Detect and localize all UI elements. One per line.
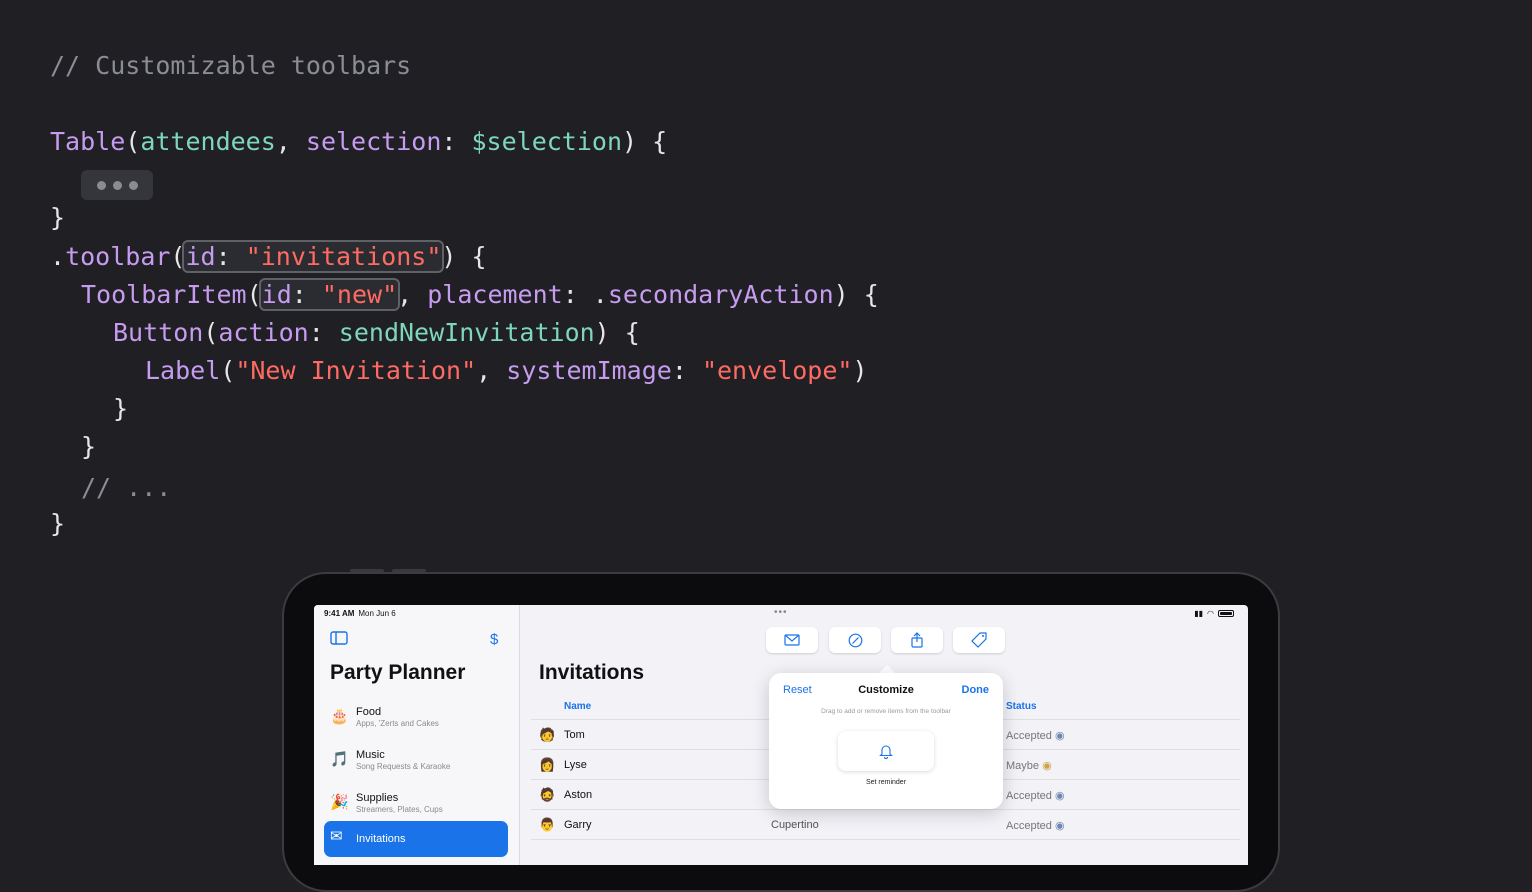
avatar: 👨 <box>539 817 556 832</box>
envelope-icon: ✉ <box>330 828 343 845</box>
placement-label: placement <box>427 280 563 309</box>
selection-label: selection <box>305 127 442 156</box>
table-row[interactable]: 👨 Garry Cupertino Accepted ◉ <box>531 809 1240 840</box>
envelope-icon <box>784 634 800 646</box>
person-icon: ◉ <box>1042 760 1052 772</box>
signal-icon: ▮▮ <box>1194 609 1204 618</box>
code-line-button: Button(action: sendNewInvitation) { <box>113 318 640 347</box>
done-button[interactable]: Done <box>962 684 990 696</box>
table-row[interactable] <box>531 839 1240 865</box>
sidebar-item-supplies[interactable]: 🎉 Supplies Streamers, Plates, Cups <box>324 787 508 823</box>
person-icon: ◉ <box>1054 790 1065 802</box>
code-brace: } <box>113 394 129 423</box>
sidebar-title: Party Planner <box>330 661 466 684</box>
placement-value: secondaryAction <box>607 280 834 309</box>
set-reminder-label: Set reminder <box>865 779 907 786</box>
row-name: Aston <box>564 789 593 801</box>
toolbar-id-label: id <box>185 242 216 271</box>
toolbar-fn: toolbar <box>65 242 171 271</box>
code-trailing-comment: // ... <box>81 473 172 502</box>
avatar: 👩 <box>539 757 556 772</box>
music-icon: 🎵 <box>330 751 349 768</box>
action-label: action <box>218 318 309 347</box>
envelope-toolbar-button[interactable] <box>766 627 818 653</box>
selection-binding: $selection <box>471 127 622 156</box>
action-value: sendNewInvitation <box>338 318 595 347</box>
code-brace: } <box>50 203 66 232</box>
status-date: Mon Jun 6 <box>358 609 396 618</box>
row-name: Tom <box>564 729 585 741</box>
sidebar-item-subtitle: Streamers, Plates, Cups <box>356 805 443 814</box>
sidebar-toggle-icon[interactable] <box>330 631 348 649</box>
code-line-toolbar: .toolbar(id: "invitations") { <box>50 240 487 273</box>
button-fn: Button <box>113 318 204 347</box>
system-image-value: "envelope" <box>701 356 853 385</box>
wifi-icon: ◠ <box>1207 609 1214 618</box>
bell-icon <box>879 744 893 759</box>
sidebar-item-music[interactable]: 🎵 Music Song Requests & Karaoke <box>324 744 508 780</box>
code-brace: } <box>50 509 66 538</box>
checkmark-toolbar-button[interactable] <box>829 627 881 653</box>
item-fn: ToolbarItem <box>81 280 247 309</box>
column-header-status[interactable]: Status <box>1006 701 1037 712</box>
code-line-label: Label("New Invitation", systemImage: "en… <box>145 356 868 385</box>
column-header-name[interactable]: Name <box>564 701 591 712</box>
toolbar-id-value: "invitations" <box>245 242 442 271</box>
set-reminder-tile[interactable] <box>838 731 934 771</box>
item-id-value: "new" <box>321 280 398 309</box>
battery-icon <box>1218 610 1234 617</box>
label-title: "New Invitation" <box>235 356 477 385</box>
tag-icon <box>971 632 987 648</box>
sidebar-item-label: Music <box>356 749 385 761</box>
person-icon: ◉ <box>1054 820 1065 832</box>
tag-toolbar-button[interactable] <box>953 627 1005 653</box>
avatar: 🧔 <box>539 787 556 802</box>
avatar: 🧑 <box>539 727 556 742</box>
row-status: Accepted ◉ <box>1006 820 1065 832</box>
toolbar-id-highlight: id: "invitations" <box>182 240 445 273</box>
code-comment-title: // Customizable toolbars <box>50 51 412 80</box>
label-fn: Label <box>145 356 221 385</box>
sidebar-item-label: Food <box>356 706 382 718</box>
code-line-table: Table(attendees, selection: $selection) … <box>50 127 668 156</box>
code-snippet: // Customizable toolbars Table(attendees… <box>0 0 1532 609</box>
row-name: Lyse <box>564 759 587 771</box>
code-line-toolbar-item: ToolbarItem(id: "new", placement: .secon… <box>81 278 879 311</box>
page-title: Invitations <box>539 661 645 684</box>
sidebar-item-label: Invitations <box>356 833 406 845</box>
cake-icon: 🎂 <box>330 708 349 725</box>
checkmark-circle-icon <box>848 633 862 647</box>
sidebar-item-subtitle: Song Requests & Karaoke <box>356 762 451 771</box>
table-arg: attendees <box>140 127 276 156</box>
customize-toolbar-popover: Reset Customize Done Drag to add or remo… <box>769 673 1003 809</box>
row-status: Maybe ◉ <box>1006 760 1052 772</box>
item-id-highlight: id: "new" <box>258 278 401 311</box>
row-status: Accepted ◉ <box>1006 790 1065 802</box>
code-brace: } <box>81 432 97 461</box>
share-toolbar-button[interactable] <box>891 627 943 653</box>
row-name: Garry <box>564 819 592 831</box>
item-id-label: id <box>261 280 292 309</box>
row-status: Accepted ◉ <box>1006 730 1065 742</box>
person-icon: ◉ <box>1054 730 1065 742</box>
sidebar: 9:41 AM Mon Jun 6 $ Party Planner 🎂 Food … <box>314 605 520 865</box>
table-fn: Table <box>50 127 126 156</box>
collapsed-code-ellipsis[interactable] <box>81 170 153 200</box>
system-image-label: systemImage <box>506 356 672 385</box>
share-icon <box>911 632 923 648</box>
row-location: Cupertino <box>771 819 819 831</box>
status-indicators: ▮▮ ◠ <box>1194 609 1234 618</box>
sidebar-item-subtitle: Apps, 'Zerts and Cakes <box>356 719 439 728</box>
multitasking-dots[interactable]: ••• <box>774 607 788 618</box>
status-time: 9:41 AM Mon Jun 6 <box>324 609 396 618</box>
sidebar-item-food[interactable]: 🎂 Food Apps, 'Zerts and Cakes <box>324 701 508 737</box>
ipad-screen: 9:41 AM Mon Jun 6 $ Party Planner 🎂 Food … <box>314 605 1248 865</box>
dollar-icon[interactable]: $ <box>490 631 498 648</box>
popover-hint: Drag to add or remove items from the too… <box>821 708 951 715</box>
party-popper-icon: 🎉 <box>330 794 349 811</box>
sidebar-item-label: Supplies <box>356 792 399 804</box>
